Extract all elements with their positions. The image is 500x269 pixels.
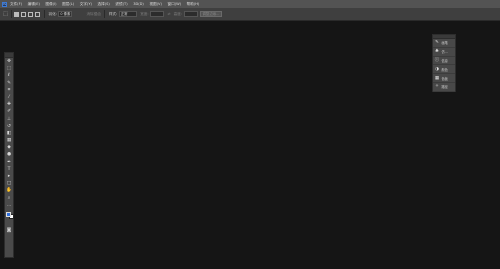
menu-3d[interactable]: 3D(D): [133, 0, 144, 8]
shape-icon[interactable]: □: [5, 180, 13, 187]
panel-tab-label: 画笔: [441, 41, 448, 46]
feather-label: 羽化:: [48, 11, 57, 16]
move-icon[interactable]: ✥: [5, 58, 13, 65]
collapsed-panel-dock: ✎ 画笔 ♣ 仿... ⓘ 信息 ◑ 颜色 ▦ 色板 ✧ 路径: [432, 34, 456, 92]
add-to-selection-button[interactable]: [21, 11, 26, 17]
panel-tab-label: 色板: [441, 76, 448, 81]
menu-view[interactable]: 视图(V): [149, 0, 161, 8]
panel-tab-0[interactable]: ✎ 画笔: [433, 39, 455, 48]
pen-icon[interactable]: ✒: [5, 159, 13, 166]
swap-dimensions-icon[interactable]: ⇄: [168, 12, 171, 16]
options-divider: [44, 10, 45, 18]
clone-source-icon: ♣: [435, 49, 439, 55]
eraser-icon[interactable]: ◧: [5, 130, 13, 137]
panel-tab-3[interactable]: ◑ 颜色: [433, 65, 455, 75]
panel-tab-4[interactable]: ▦ 色板: [433, 74, 455, 83]
eyedropper-icon[interactable]: ⁄: [5, 94, 13, 101]
quick-mask-icon[interactable]: ◙: [5, 227, 13, 235]
quick-select-icon[interactable]: ✎: [5, 80, 13, 87]
height-label: 高度:: [173, 11, 183, 16]
lasso-icon[interactable]: ℓ: [5, 72, 13, 79]
swatches-icon: ▦: [434, 75, 440, 81]
dodge-icon[interactable]: ●: [5, 151, 13, 158]
crop-icon[interactable]: ⌗: [5, 87, 13, 94]
tool-list: ✥ ⬚ ℓ ✎ ⌗ ⁄ ✚ ✐ ⊥ ↺ ◧ ▦ ◆ ● ✒ T ▸ □ ✋ ⌕…: [5, 58, 13, 209]
gradient-icon[interactable]: ▦: [5, 137, 13, 144]
brush-preset-icon: ✎: [435, 40, 439, 46]
panel-list: ✎ 画笔 ♣ 仿... ⓘ 信息 ◑ 颜色 ▦ 色板 ✧ 路径: [433, 39, 455, 92]
new-selection-button[interactable]: [14, 11, 19, 17]
brush-icon[interactable]: ✐: [5, 108, 13, 115]
panel-tab-label: 路径: [441, 85, 448, 90]
foreground-color-swatch[interactable]: [6, 211, 11, 217]
panel-tab-5[interactable]: ✧ 路径: [433, 83, 455, 92]
height-input[interactable]: [183, 11, 198, 17]
menu-bar: Ps 文件(F) 编辑(E) 图像(I) 图层(L) 文字(Y) 选择(S) 滤…: [0, 0, 500, 8]
zoom-icon[interactable]: ⌕: [5, 195, 13, 202]
healing-brush-icon[interactable]: ✚: [5, 101, 13, 108]
menu-layer[interactable]: 图层(L): [62, 0, 74, 8]
hand-icon[interactable]: ✋: [5, 187, 13, 194]
photoshop-logo: Ps: [2, 1, 7, 7]
subtract-from-selection-button[interactable]: [28, 11, 33, 17]
path-select-icon[interactable]: ▸: [5, 173, 13, 180]
menu-edit[interactable]: 编辑(E): [28, 0, 40, 8]
history-brush-icon[interactable]: ↺: [5, 123, 13, 130]
ellipsis-icon[interactable]: …: [5, 202, 13, 209]
menu-select[interactable]: 选择(S): [98, 0, 110, 8]
clone-stamp-icon[interactable]: ⊥: [5, 116, 13, 123]
color-icon: ◑: [435, 66, 439, 72]
tools-panel: ✥ ⬚ ℓ ✎ ⌗ ⁄ ✚ ✐ ⊥ ↺ ◧ ▦ ◆ ● ✒ T ▸ □ ✋ ⌕… ◙: [4, 52, 14, 258]
intersect-selection-button[interactable]: [35, 11, 40, 17]
paths-icon: ✧: [435, 84, 439, 90]
blur-icon[interactable]: ◆: [5, 144, 13, 151]
menu-window[interactable]: 窗口(W): [167, 0, 181, 8]
panel-tab-2[interactable]: ⓘ 信息: [433, 57, 455, 66]
panel-tab-1[interactable]: ♣ 仿...: [433, 48, 455, 57]
refine-edge-button[interactable]: 调整边缘...: [199, 11, 223, 17]
width-label: 宽度:: [140, 11, 149, 16]
color-swatches: [5, 211, 14, 223]
style-select[interactable]: 正常: [118, 11, 137, 17]
marquee-tool-preset-icon[interactable]: ⬚: [2, 11, 9, 18]
panel-tab-label: 信息: [441, 58, 448, 63]
style-label: 样式:: [108, 11, 118, 16]
type-icon[interactable]: T: [5, 166, 13, 173]
panel-tab-label: 颜色: [441, 67, 448, 72]
menu-help[interactable]: 帮助(H): [187, 0, 200, 8]
options-bar: ⬚ 羽化: 0 像素 消除锯齿 样式: 正常 宽度: ⇄ 高度: 调整边缘...: [0, 8, 500, 21]
menu-image[interactable]: 图像(I): [46, 0, 57, 8]
width-input[interactable]: [150, 11, 165, 17]
menu-filter[interactable]: 滤镜(T): [115, 0, 127, 8]
feather-input[interactable]: 0 像素: [58, 11, 73, 17]
info-icon: ⓘ: [434, 58, 440, 64]
menu-type[interactable]: 文字(Y): [80, 0, 92, 8]
marquee-icon[interactable]: ⬚: [5, 65, 13, 72]
menu-file[interactable]: 文件(F): [10, 0, 22, 8]
options-divider: [11, 10, 12, 18]
antialias-checkbox[interactable]: 消除锯齿: [86, 12, 100, 17]
panel-tab-label: 仿...: [441, 50, 448, 55]
options-divider: [104, 10, 106, 18]
